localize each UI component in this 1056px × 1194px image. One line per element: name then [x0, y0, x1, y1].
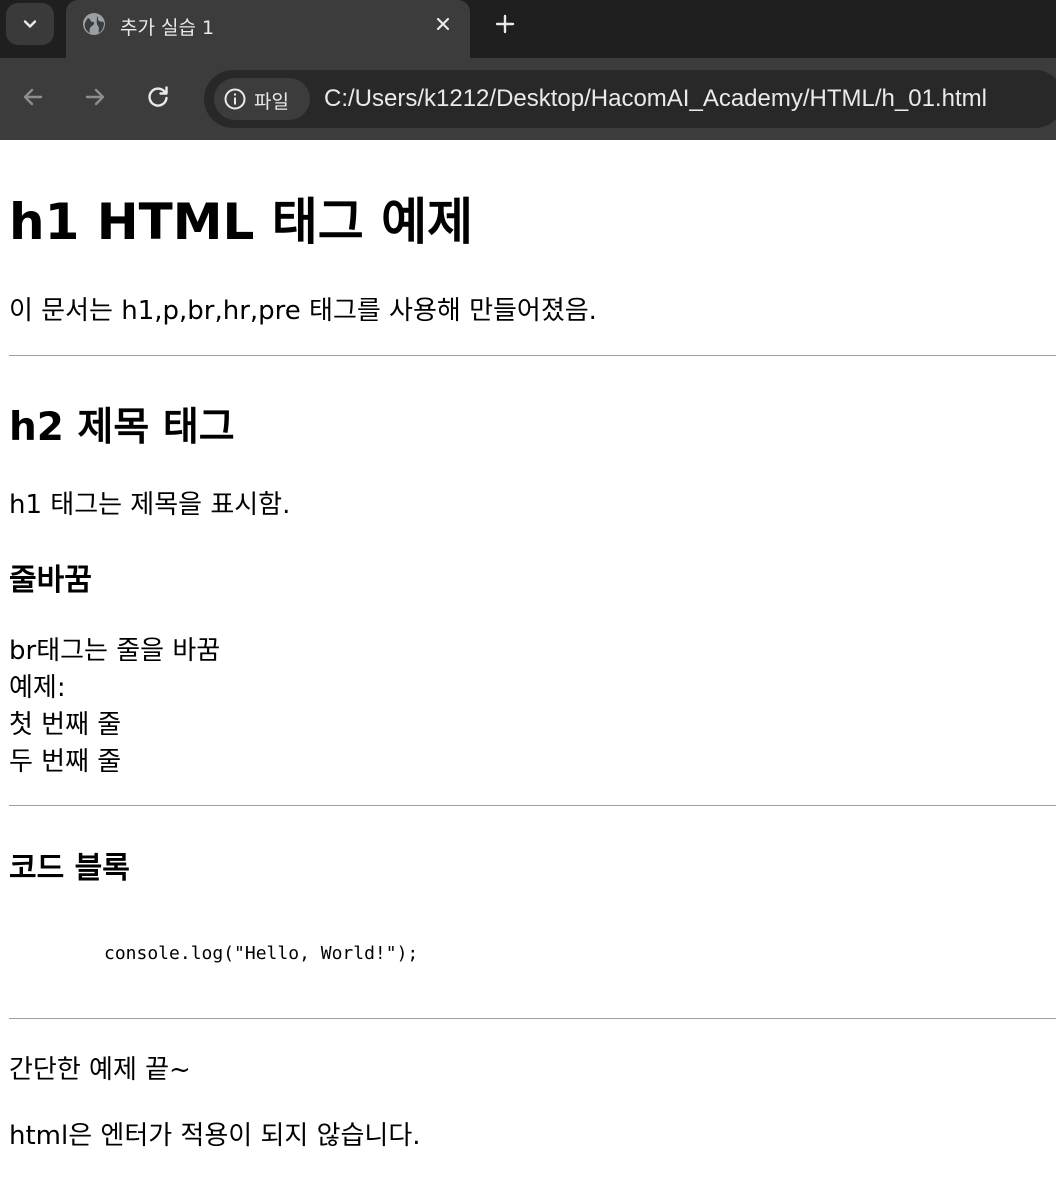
page-content: h1 HTML 태그 예제 이 문서는 h1,p,br,hr,pre 태그를 사… — [0, 140, 1056, 1194]
site-info-chip[interactable]: 파일 — [214, 78, 310, 120]
new-tab-button[interactable] — [490, 10, 520, 38]
url-text[interactable]: C:/Users/k1212/Desktop/HacomAI_Academy/H… — [324, 85, 987, 113]
reload-button[interactable] — [143, 82, 173, 112]
section-heading-h2: h2 제목 태그 — [9, 405, 235, 450]
forward-arrow-icon — [85, 88, 105, 106]
divider — [9, 1018, 1056, 1019]
section-paragraph: h1 태그는 제목을 표시함. — [9, 490, 291, 520]
site-chip-label: 파일 — [254, 91, 289, 113]
close-icon — [436, 17, 450, 31]
reload-icon — [148, 86, 168, 107]
code-block: console.log("Hello, World!"); — [104, 943, 419, 964]
divider — [9, 355, 1056, 356]
intro-paragraph: 이 문서는 h1,p,br,hr,pre 태그를 사용해 만들어졌음. — [9, 296, 597, 326]
back-button[interactable] — [18, 82, 48, 112]
closing-note-paragraph: html은 엔터가 적용이 되지 않습니다. — [9, 1121, 421, 1151]
linebreak-line-3: 첫 번째 줄 — [9, 710, 122, 740]
closing-paragraph: 간단한 예제 끝~ — [9, 1055, 191, 1085]
back-arrow-icon — [23, 88, 43, 106]
info-icon — [224, 88, 246, 110]
active-tab[interactable]: 추가 실습 1 — [66, 0, 470, 58]
tab-title: 추가 실습 1 — [120, 17, 215, 39]
section-heading-codeblock: 코드 블록 — [9, 851, 130, 886]
address-bar[interactable]: 파일 C:/Users/k1212/Desktop/HacomAI_Academ… — [204, 70, 1056, 128]
globe-icon — [83, 13, 105, 35]
page-heading-h1: h1 HTML 태그 예제 — [9, 193, 474, 251]
tab-search-button[interactable] — [6, 3, 54, 45]
linebreak-line-2: 예제: — [9, 673, 66, 703]
tab-close-button[interactable] — [432, 13, 454, 35]
browser-toolbar: 파일 C:/Users/k1212/Desktop/HacomAI_Academ… — [0, 58, 1056, 140]
section-heading-linebreak: 줄바꿈 — [9, 563, 92, 598]
plus-icon — [495, 14, 515, 34]
forward-button[interactable] — [80, 82, 110, 112]
tab-strip: 추가 실습 1 — [0, 0, 1056, 58]
chevron-down-icon — [23, 20, 37, 28]
linebreak-line-4: 두 번째 줄 — [9, 747, 122, 777]
linebreak-line-1: br태그는 줄을 바꿈 — [9, 636, 221, 666]
divider — [9, 805, 1056, 806]
